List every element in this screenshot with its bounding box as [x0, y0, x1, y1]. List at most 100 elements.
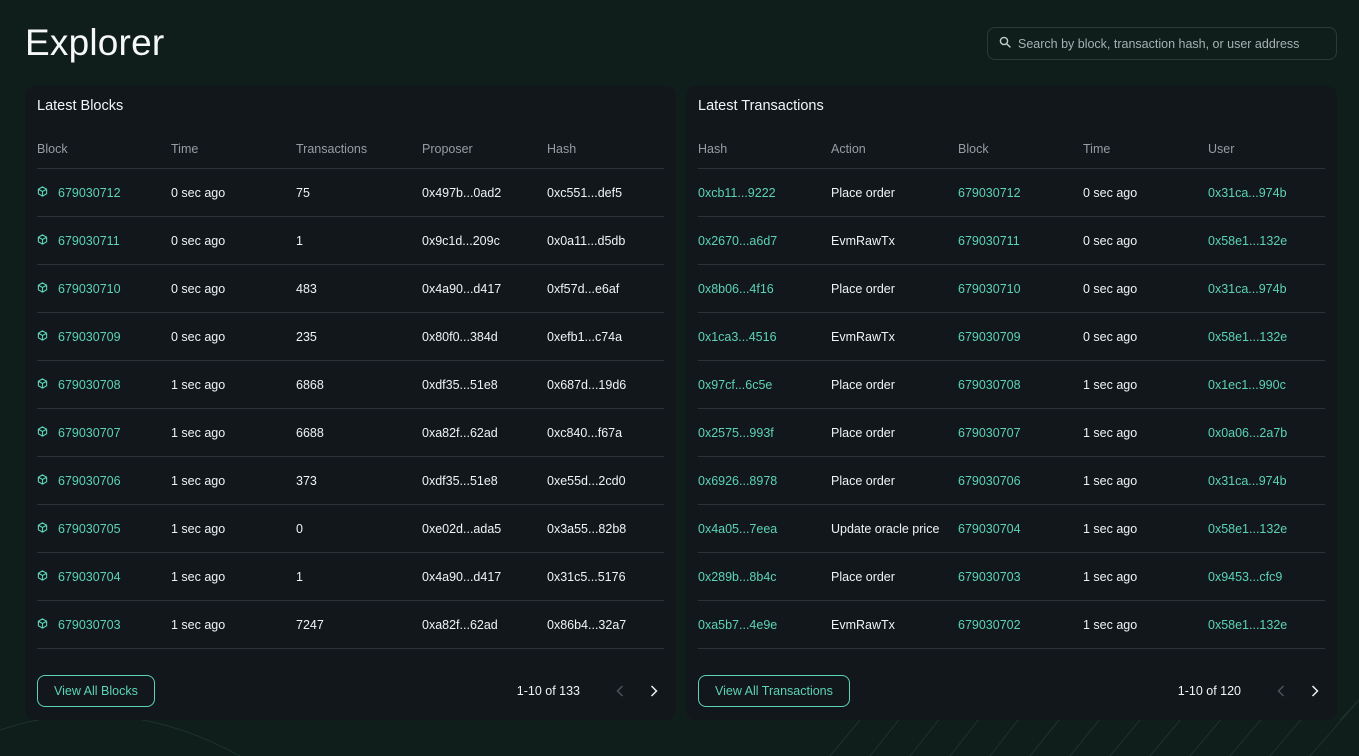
view-all-transactions-button[interactable]: View All Transactions — [698, 675, 850, 707]
search-box[interactable] — [987, 27, 1337, 60]
tx-block-link[interactable]: 679030702 — [958, 618, 1083, 632]
tx-user-link[interactable]: 0x58e1...132e — [1208, 234, 1325, 248]
tx-block-link[interactable]: 679030710 — [958, 282, 1083, 296]
block-link[interactable]: 679030704 — [37, 570, 171, 584]
tx-user-link[interactable]: 0x1ec1...990c — [1208, 378, 1325, 392]
block-number: 679030710 — [58, 281, 121, 296]
block-number: 679030711 — [58, 233, 120, 248]
chevron-right-icon[interactable] — [1305, 681, 1325, 701]
table-row: 0x1ca3...4516 EvmRawTx 679030709 0 sec ago 0… — [698, 313, 1325, 361]
tx-user-link[interactable]: 0x0a06...2a7b — [1208, 426, 1325, 440]
transactions-table-header: Hash Action Block Time User — [698, 130, 1325, 169]
cube-icon — [37, 233, 58, 248]
table-row: 0x6926...8978 Place order 679030706 1 sec a… — [698, 457, 1325, 505]
block-hash: 0xe55d...2cd0 — [547, 473, 626, 488]
cube-icon — [37, 473, 58, 488]
block-proposer: 0xdf35...51e8 — [422, 473, 498, 488]
tx-block-link[interactable]: 679030709 — [958, 330, 1083, 344]
tx-hash-link[interactable]: 0x289b...8b4c — [698, 570, 831, 584]
block-tx-count: 7247 — [296, 617, 324, 632]
block-number: 679030707 — [58, 425, 121, 440]
block-proposer: 0xdf35...51e8 — [422, 377, 498, 392]
search-input[interactable] — [1018, 36, 1328, 51]
table-row: 0x8b06...4f16 Place order 679030710 0 sec a… — [698, 265, 1325, 313]
tx-block-link[interactable]: 679030706 — [958, 474, 1083, 488]
block-time: 1 sec ago — [171, 521, 226, 536]
tx-action: Place order — [831, 569, 895, 584]
latest-transactions-panel: Latest Transactions Hash Action Block Ti… — [686, 86, 1337, 720]
table-row: 0x2575...993f Place order 679030707 1 sec a… — [698, 409, 1325, 457]
tx-hash-link[interactable]: 0xa5b7...4e9e — [698, 618, 831, 632]
cube-icon — [37, 617, 58, 632]
tx-block-link[interactable]: 679030708 — [958, 378, 1083, 392]
tx-block-link[interactable]: 679030707 — [958, 426, 1083, 440]
table-row: 0x2670...a6d7 EvmRawTx 679030711 0 sec ago 0… — [698, 217, 1325, 265]
tx-block-link[interactable]: 679030711 — [958, 234, 1083, 248]
blocks-footer: View All Blocks 1-10 of 133 — [37, 675, 664, 707]
block-link[interactable]: 679030706 — [37, 474, 171, 488]
block-link[interactable]: 679030712 — [37, 186, 171, 200]
block-proposer: 0xa82f...62ad — [422, 425, 498, 440]
tx-user-link[interactable]: 0x58e1...132e — [1208, 522, 1325, 536]
blocks-table: Block Time Transactions Proposer Hash 67… — [37, 130, 664, 649]
latest-transactions-title: Latest Transactions — [698, 98, 824, 114]
blocks-pagination-text: 1-10 of 133 — [516, 684, 580, 698]
chevron-left-icon[interactable] — [610, 681, 630, 701]
block-link[interactable]: 679030708 — [37, 378, 171, 392]
cube-icon — [37, 425, 58, 440]
column-header-hash: Hash — [698, 142, 728, 156]
table-row: 679030704 1 sec ago 1 0x4a90...d417 0x31c5..… — [37, 553, 664, 601]
block-tx-count: 1 — [296, 233, 303, 248]
block-proposer: 0x9c1d...209c — [422, 233, 500, 248]
tx-hash-link[interactable]: 0x6926...8978 — [698, 474, 831, 488]
tx-user-link[interactable]: 0x31ca...974b — [1208, 282, 1325, 296]
tx-block-link[interactable]: 679030712 — [958, 186, 1083, 200]
block-hash: 0xc551...def5 — [547, 185, 623, 200]
table-row: 679030710 0 sec ago 483 0x4a90...d417 0xf57d… — [37, 265, 664, 313]
tx-user-link[interactable]: 0x31ca...974b — [1208, 186, 1325, 200]
tx-time: 1 sec ago — [1083, 377, 1138, 392]
block-time: 0 sec ago — [171, 281, 226, 296]
table-row: 679030707 1 sec ago 6688 0xa82f...62ad 0xc84… — [37, 409, 664, 457]
block-time: 1 sec ago — [171, 569, 226, 584]
block-hash: 0x0a11...d5db — [547, 233, 626, 248]
tx-hash-link[interactable]: 0xcb11...9222 — [698, 186, 831, 200]
tx-hash-link[interactable]: 0x4a05...7eea — [698, 522, 831, 536]
block-link[interactable]: 679030711 — [37, 234, 171, 248]
block-link[interactable]: 679030707 — [37, 426, 171, 440]
block-time: 0 sec ago — [171, 329, 226, 344]
table-row: 679030709 0 sec ago 235 0x80f0...384d 0xefb1… — [37, 313, 664, 361]
tx-hash-link[interactable]: 0x97cf...6c5e — [698, 378, 831, 392]
tx-user-link[interactable]: 0x58e1...132e — [1208, 330, 1325, 344]
tx-hash-link[interactable]: 0x2575...993f — [698, 426, 831, 440]
block-hash: 0x31c5...5176 — [547, 569, 626, 584]
tx-block-link[interactable]: 679030703 — [958, 570, 1083, 584]
column-header-block: Block — [37, 142, 68, 156]
chevron-left-icon[interactable] — [1271, 681, 1291, 701]
chevron-right-icon[interactable] — [644, 681, 664, 701]
block-hash: 0x3a55...82b8 — [547, 521, 627, 536]
tx-hash-link[interactable]: 0x1ca3...4516 — [698, 330, 831, 344]
table-row: 679030711 0 sec ago 1 0x9c1d...209c 0x0a11..… — [37, 217, 664, 265]
tx-action: Update oracle price — [831, 521, 940, 536]
tx-hash-link[interactable]: 0x2670...a6d7 — [698, 234, 831, 248]
block-tx-count: 6688 — [296, 425, 324, 440]
tx-time: 1 sec ago — [1083, 617, 1138, 632]
block-link[interactable]: 679030710 — [37, 282, 171, 296]
tx-time: 1 sec ago — [1083, 569, 1138, 584]
tx-user-link[interactable]: 0x58e1...132e — [1208, 618, 1325, 632]
block-link[interactable]: 679030709 — [37, 330, 171, 344]
tx-hash-link[interactable]: 0x8b06...4f16 — [698, 282, 831, 296]
cube-icon — [37, 185, 58, 200]
tx-user-link[interactable]: 0x9453...cfc9 — [1208, 570, 1325, 584]
block-link[interactable]: 679030703 — [37, 618, 171, 632]
column-header-user: User — [1208, 142, 1235, 156]
block-number: 679030709 — [58, 329, 121, 344]
tx-user-link[interactable]: 0x31ca...974b — [1208, 474, 1325, 488]
cube-icon — [37, 569, 58, 584]
tx-block-link[interactable]: 679030704 — [958, 522, 1083, 536]
column-header-block: Block — [958, 142, 989, 156]
view-all-blocks-button[interactable]: View All Blocks — [37, 675, 155, 707]
block-link[interactable]: 679030705 — [37, 522, 171, 536]
tx-time: 0 sec ago — [1083, 233, 1138, 248]
